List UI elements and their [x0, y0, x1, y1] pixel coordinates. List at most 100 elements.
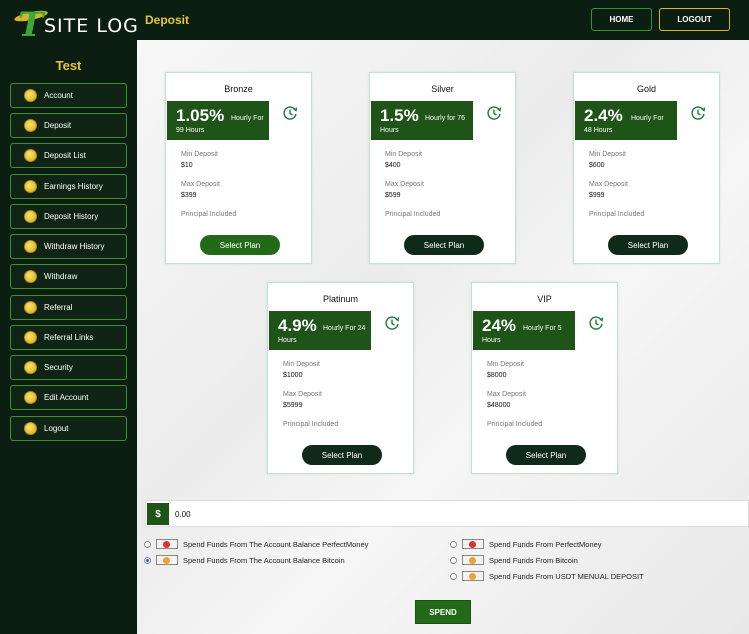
plan-period: Hourly For 24: [323, 325, 366, 332]
plan-duration: 48 Hours: [584, 127, 613, 134]
plan-name: Platinum: [322, 294, 358, 304]
max-deposit-label: Max Deposit: [283, 391, 322, 398]
funding-option-balance-bitcoin[interactable]: Spend Funds From The Account Balance Bit…: [144, 554, 345, 566]
clock-refresh-icon: [691, 106, 706, 120]
max-deposit-value: $5999: [283, 402, 303, 409]
sidebar-item-label: Deposit List: [44, 151, 86, 160]
logout-button[interactable]: LOGOUT: [659, 8, 730, 31]
sidebar-item-account[interactable]: Account: [10, 83, 127, 108]
dollar-icon: $: [147, 503, 169, 525]
plan-card-platinum: Platinum 4.9% Hourly For 24 Hours Min De…: [267, 282, 414, 474]
radio-button[interactable]: [450, 556, 457, 564]
sidebar-item-security[interactable]: Security: [10, 355, 127, 380]
plan-duration: Hours: [278, 337, 297, 344]
plan-rate: 2.4%: [584, 106, 623, 125]
min-deposit-value: $400: [385, 162, 401, 169]
principal-included-label: Principal Included: [283, 421, 339, 428]
coin-icon: [24, 270, 37, 283]
plan-rate-box: 4.9% Hourly For 24 Hours: [269, 311, 371, 350]
min-deposit-label: Min Deposit: [283, 361, 320, 368]
sidebar-item-deposit-list[interactable]: Deposit List: [10, 143, 127, 168]
plan-rate-box: 24% Hourly For 5 Hours: [473, 311, 575, 350]
sidebar: T SITE LOGO Test Account Deposit Deposit…: [0, 0, 154, 634]
sidebar-item-withdraw[interactable]: Withdraw: [10, 264, 127, 289]
plan-name: Gold: [636, 84, 656, 94]
select-plan-button[interactable]: Select Plan: [302, 445, 382, 465]
clock-refresh-icon: [385, 316, 400, 330]
coin-icon: [24, 422, 37, 435]
sidebar-item-earnings-history[interactable]: Earnings History: [10, 174, 127, 199]
plan-card-bronze: Bronze 1.05% Hourly For 99 Hours Min Dep…: [165, 72, 312, 264]
sidebar-item-label: Edit Account: [44, 393, 89, 402]
spend-button[interactable]: SPEND: [415, 600, 471, 624]
sidebar-item-deposit[interactable]: Deposit: [10, 113, 127, 138]
sidebar-item-referral[interactable]: Referral: [10, 295, 127, 320]
funding-option-bitcoin[interactable]: Spend Funds From Bitcoin: [450, 554, 578, 566]
min-deposit-value: $10: [181, 162, 193, 169]
plan-duration: Hours: [380, 127, 399, 134]
plan-rate: 4.9%: [278, 316, 317, 335]
plan-period: Hourly for 76: [425, 115, 466, 122]
sidebar-item-edit-account[interactable]: Edit Account: [10, 385, 127, 410]
plan-name: Bronze: [224, 84, 253, 94]
clock-refresh-icon: [283, 106, 298, 120]
radio-button[interactable]: [450, 540, 457, 548]
min-deposit-label: Min Deposit: [487, 361, 524, 368]
plan-period: Hourly For 5: [523, 325, 562, 332]
max-deposit-value: $999: [589, 192, 605, 199]
plan-rate: 1.05%: [176, 106, 225, 125]
funding-option-usdt[interactable]: Spend Funds From USDT MENUAL DEPOSIT: [450, 570, 644, 582]
plan-name: VIP: [537, 294, 552, 304]
perfectmoney-icon: [156, 539, 178, 549]
radio-button[interactable]: [144, 540, 151, 548]
bitcoin-icon: [156, 555, 178, 565]
radio-button-selected[interactable]: [144, 556, 151, 564]
plan-rate-box: 1.05% Hourly For 99 Hours: [167, 101, 269, 140]
select-plan-button[interactable]: Select Plan: [404, 235, 484, 255]
sidebar-item-label: Referral: [44, 303, 73, 312]
usdt-icon: [462, 571, 484, 581]
select-plan-button[interactable]: Select Plan: [608, 235, 688, 255]
min-deposit-value: $1000: [283, 372, 303, 379]
plan-rate-box: 1.5% Hourly for 76 Hours: [371, 101, 473, 140]
plan-period: Hourly For: [631, 115, 664, 122]
sidebar-item-logout[interactable]: Logout: [10, 416, 127, 441]
max-deposit-value: $399: [181, 192, 197, 199]
sidebar-item-label: Account: [44, 91, 73, 100]
select-plan-button[interactable]: Select Plan: [506, 445, 586, 465]
min-deposit-label: Min Deposit: [181, 151, 218, 158]
coin-icon: [24, 331, 37, 344]
plan-rate: 1.5%: [380, 106, 419, 125]
principal-included-label: Principal Included: [589, 211, 645, 218]
coin-icon: [24, 89, 37, 102]
page-title: Deposit: [145, 13, 190, 27]
amount-field-group: $: [145, 500, 749, 527]
coin-icon: [24, 361, 37, 374]
min-deposit-value: $600: [589, 162, 605, 169]
sidebar-item-label: Withdraw History: [44, 242, 105, 251]
min-deposit-label: Min Deposit: [385, 151, 422, 158]
funding-option-label: Spend Funds From PerfectMoney: [489, 539, 602, 549]
amount-input[interactable]: [175, 505, 735, 523]
funding-option-perfectmoney[interactable]: Spend Funds From PerfectMoney: [450, 538, 602, 550]
radio-button[interactable]: [450, 572, 457, 580]
sidebar-item-referral-links[interactable]: Referral Links: [10, 325, 127, 350]
plan-card-vip: VIP 24% Hourly For 5 Hours Min Deposit $…: [471, 282, 618, 474]
plan-card-gold: Gold 2.4% Hourly For 48 Hours Min Deposi…: [573, 72, 720, 264]
sidebar-item-withdraw-history[interactable]: Withdraw History: [10, 234, 127, 259]
sidebar-item-deposit-history[interactable]: Deposit History: [10, 204, 127, 229]
max-deposit-label: Max Deposit: [385, 181, 424, 188]
plan-name: Silver: [431, 84, 454, 94]
plan-duration: Hours: [482, 337, 501, 344]
sidebar-item-label: Security: [44, 363, 73, 372]
funding-option-balance-perfectmoney[interactable]: Spend Funds From The Account Balance Per…: [144, 538, 368, 550]
home-button[interactable]: HOME: [591, 8, 652, 31]
clock-refresh-icon: [589, 316, 604, 330]
select-plan-button[interactable]: Select Plan: [200, 235, 280, 255]
site-logo[interactable]: T SITE LOGO: [13, 6, 154, 44]
max-deposit-value: $599: [385, 192, 401, 199]
sidebar-item-label: Deposit: [44, 121, 72, 130]
plan-duration: 99 Hours: [176, 127, 205, 134]
max-deposit-label: Max Deposit: [487, 391, 526, 398]
clock-refresh-icon: [487, 106, 502, 120]
